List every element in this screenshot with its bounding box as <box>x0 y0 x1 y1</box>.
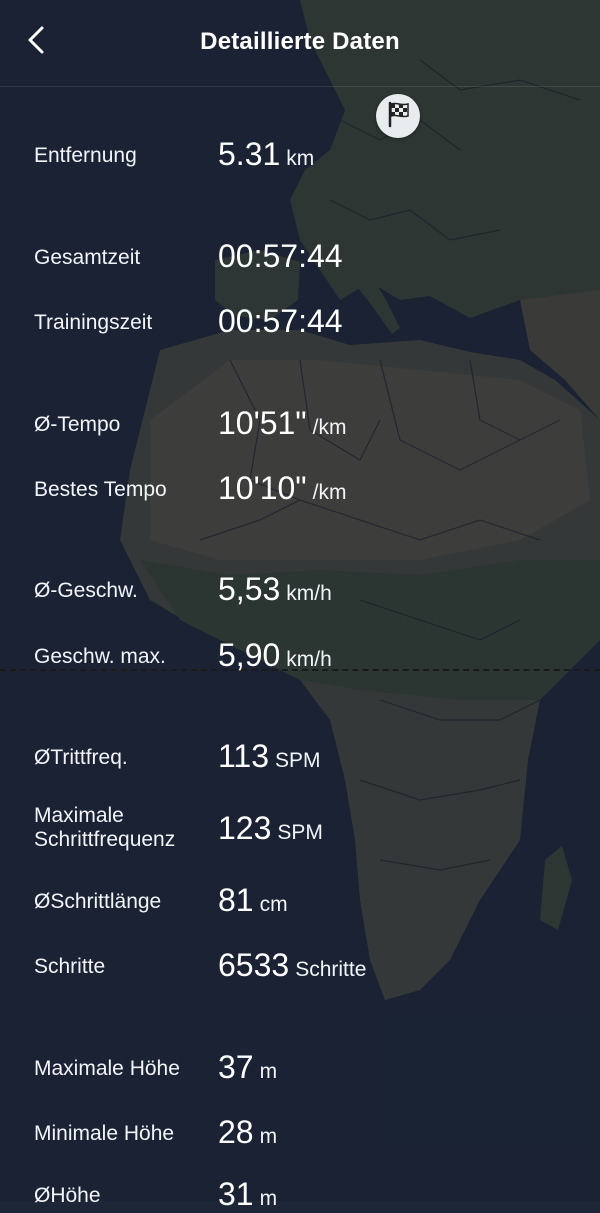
stat-value: 123 SPM <box>218 810 323 847</box>
stat-value: 5,53 km/h <box>218 571 332 608</box>
stat-unit: cm <box>259 893 288 916</box>
stat-unit: SPM <box>277 821 323 844</box>
stat-value: 00:57:44 <box>218 303 349 340</box>
stat-number: 00:57:44 <box>218 238 343 274</box>
stat-value: 5.31 km <box>218 136 314 173</box>
stat-unit: m <box>259 1125 278 1148</box>
stat-label: ØHöhe <box>34 1184 101 1207</box>
stat-number: 123 <box>218 810 272 846</box>
stat-label: Bestes Tempo <box>34 478 167 501</box>
stat-label: Gesamtzeit <box>34 246 141 269</box>
stat-label: Entfernung <box>34 144 137 167</box>
stat-value: 10'51"/km <box>218 405 346 442</box>
stat-number: 00:57:44 <box>218 303 343 339</box>
stat-label: Trainingszeit <box>34 311 153 334</box>
stat-number: 113 <box>218 738 270 774</box>
stat-unit: km <box>286 147 315 170</box>
stat-label: Maximale Höhe <box>34 1057 180 1080</box>
stat-label: Ø-Tempo <box>34 413 121 436</box>
stat-number: 5,90 <box>218 637 281 673</box>
stat-number: 10'51" <box>218 405 307 441</box>
finish-marker[interactable] <box>376 94 420 138</box>
page-title: Detaillierte Daten <box>200 28 400 55</box>
stat-number: 10'10" <box>218 470 307 506</box>
stat-number: 5,53 <box>218 571 281 607</box>
stat-value: 81 cm <box>218 882 288 919</box>
stat-number: 31 <box>218 1176 254 1212</box>
stat-label: ØTrittfreq. <box>34 746 128 769</box>
stat-label: Minimale Höhe <box>34 1122 175 1145</box>
stat-unit: /km <box>312 416 347 439</box>
stat-unit: SPM <box>275 749 321 772</box>
stat-label: Maximale Schrittfrequenz <box>34 804 176 851</box>
checkered-flag-icon <box>383 99 413 134</box>
stat-value: 10'10"/km <box>218 470 346 507</box>
stat-unit: m <box>259 1187 278 1210</box>
stat-value: 6533 Schritte <box>218 947 366 984</box>
stat-value: 00:57:44 <box>218 238 349 275</box>
stat-number: 81 <box>218 882 254 918</box>
stat-unit: km/h <box>286 648 332 671</box>
stat-label: ØSchrittlänge <box>34 890 162 913</box>
stat-unit: /km <box>312 481 347 504</box>
stat-unit: km/h <box>286 582 332 605</box>
top-bar: Detaillierte Daten <box>0 0 600 87</box>
stat-value: 28 m <box>218 1114 277 1151</box>
stat-number: 5.31 <box>218 136 281 172</box>
stat-number: 28 <box>218 1114 254 1150</box>
stat-number: 6533 <box>218 947 290 983</box>
stat-value: 113 SPM <box>218 738 321 775</box>
stat-unit: Schritte <box>295 958 367 981</box>
stat-label: Ø-Geschw. <box>34 579 138 602</box>
stat-value: 31 m <box>218 1176 277 1213</box>
stat-label: Geschw. max. <box>34 645 166 668</box>
stat-unit: m <box>259 1060 278 1083</box>
stat-label: Schritte <box>34 955 106 978</box>
stat-number: 37 <box>218 1049 254 1085</box>
stat-value: 5,90 km/h <box>218 637 332 674</box>
stat-value: 37 m <box>218 1049 277 1086</box>
